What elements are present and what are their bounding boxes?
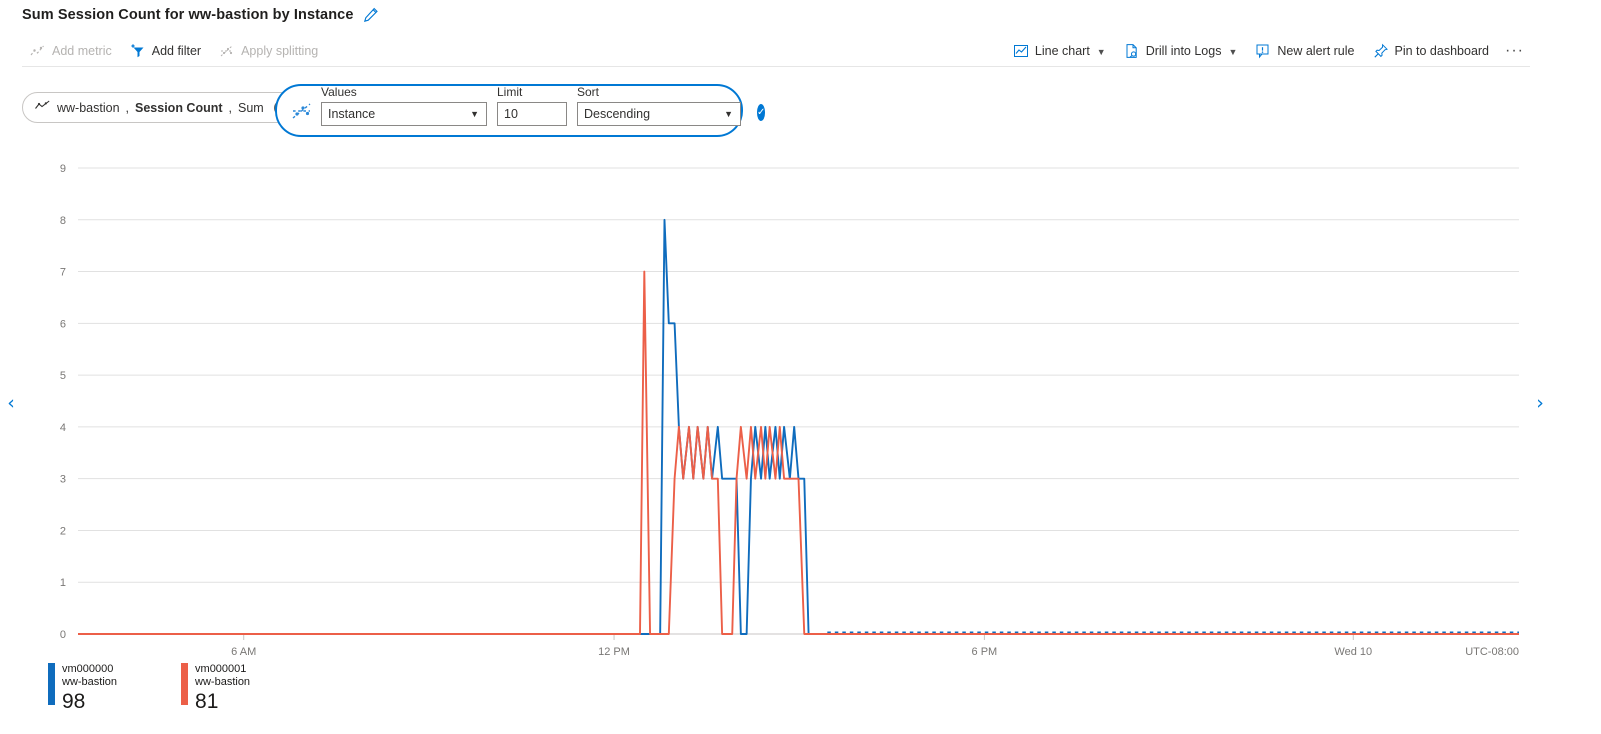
legend-item[interactable]: vm000000 ww-bastion 98 — [48, 663, 117, 714]
pin-icon — [1373, 43, 1389, 59]
y-axis-tick-label: 2 — [60, 525, 66, 537]
legend-series-name: vm000001 — [195, 663, 247, 675]
metric-line-icon — [35, 100, 51, 116]
legend-series-value: 98 — [62, 690, 86, 713]
new-alert-rule-button[interactable]: New alert rule — [1247, 40, 1362, 62]
more-options-button[interactable]: ··· — [1499, 42, 1530, 60]
page-title: Sum Session Count for ww-bastion by Inst… — [22, 7, 354, 23]
chart-type-button[interactable]: Line chart ▼ — [1005, 40, 1114, 62]
legend-text: vm000000 ww-bastion 98 — [62, 663, 117, 714]
add-filter-label: Add filter — [151, 44, 202, 58]
page-title-row: Sum Session Count for ww-bastion by Inst… — [22, 4, 380, 26]
y-axis-tick-label: 5 — [60, 370, 66, 382]
chart-legend: vm000000 ww-bastion 98 vm000001 ww-basti… — [48, 663, 250, 714]
splitting-values-group: Values Instance ▼ — [321, 85, 487, 126]
apply-splitting-icon — [219, 43, 235, 59]
chevron-down-icon: ▼ — [724, 109, 733, 119]
pin-to-dashboard-label: Pin to dashboard — [1394, 44, 1490, 58]
add-filter-button[interactable]: Add filter — [122, 40, 209, 62]
chart-type-label: Line chart — [1034, 44, 1090, 58]
splitting-values-selected: Instance — [328, 107, 376, 121]
timezone-label: UTC-08:00 — [1465, 646, 1519, 658]
splitting-values-dropdown[interactable]: Instance ▼ — [321, 102, 487, 126]
chevron-down-icon: ▼ — [1096, 47, 1106, 57]
command-bar-right: Line chart ▼ Drill into Logs ▼ New alert… — [1005, 40, 1530, 62]
chevron-down-icon: ▼ — [470, 109, 479, 119]
apply-splitting-button[interactable]: Apply splitting — [211, 40, 326, 62]
drill-into-logs-label: Drill into Logs — [1145, 44, 1222, 58]
chevron-down-icon: ▼ — [1228, 47, 1238, 57]
y-axis-tick-label: 3 — [60, 474, 66, 486]
pin-to-dashboard-button[interactable]: Pin to dashboard — [1365, 40, 1498, 62]
metric-chip-metric: Session Count — [135, 100, 223, 115]
legend-series-resource: ww-bastion — [62, 676, 118, 688]
metric-chip-aggregation: Sum — [238, 100, 264, 115]
metrics-line-chart[interactable]: 0 1 2 3 4 5 6 7 8 9 6 AM 12 PM 6 PM Wed 10 UTC-08:00 — [0, 150, 1601, 670]
metric-chip[interactable]: ww-bastion , Session Count , Sum ✕ — [22, 92, 297, 123]
splitting-values-label: Values — [321, 85, 357, 99]
splitting-icon — [291, 100, 313, 122]
splitting-panel: Values Instance ▼ Limit 10 Sort Descendi… — [275, 84, 766, 137]
alert-rule-icon — [1255, 43, 1271, 59]
y-axis-tick-label: 0 — [60, 629, 66, 641]
metric-chip-resource: ww-bastion — [57, 100, 120, 115]
splitting-sort-selected: Descending — [584, 107, 651, 121]
splitting-confirm-button[interactable]: ✓ — [757, 104, 766, 121]
y-axis-tick-label: 8 — [60, 215, 66, 227]
y-axis-tick-label: 4 — [60, 422, 66, 434]
x-axis-tick-label: 6 AM — [231, 646, 256, 658]
legend-color-swatch — [48, 663, 55, 705]
series-line-vm000001[interactable] — [78, 270, 1519, 635]
add-filter-icon — [130, 43, 146, 59]
apply-splitting-label: Apply splitting — [241, 44, 319, 58]
x-axis-tick-label: Wed 10 — [1334, 646, 1372, 658]
y-axis-tick-label: 1 — [60, 577, 66, 589]
splitting-limit-value: 10 — [504, 107, 518, 121]
add-metric-label: Add metric — [52, 44, 112, 58]
legend-color-swatch — [181, 663, 189, 705]
add-metric-button[interactable]: Add metric — [22, 40, 120, 62]
legend-item[interactable]: vm000001 ww-bastion 81 — [181, 663, 250, 714]
command-bar: Add metric Add filter Apply splitting Li… — [22, 36, 1530, 67]
metric-chip-sep-2: , — [228, 100, 233, 115]
drill-logs-icon — [1124, 43, 1140, 59]
new-alert-rule-label: New alert rule — [1277, 44, 1355, 58]
y-axis-tick-label: 9 — [60, 163, 66, 175]
splitting-limit-input[interactable]: 10 — [497, 102, 567, 126]
metrics-chart-page: Sum Session Count for ww-bastion by Inst… — [0, 0, 1601, 734]
splitting-sort-dropdown[interactable]: Descending ▼ — [577, 102, 741, 126]
line-chart-icon — [1013, 43, 1029, 59]
splitting-sort-label: Sort — [577, 85, 600, 99]
x-axis-tick-label: 12 PM — [598, 646, 630, 658]
legend-text: vm000001 ww-bastion 81 — [195, 663, 250, 714]
legend-series-value: 81 — [195, 690, 219, 713]
splitting-limit-group: Limit 10 — [497, 85, 567, 126]
add-metric-icon — [30, 43, 46, 59]
legend-series-name: vm000000 — [62, 663, 114, 675]
y-axis-tick-label: 7 — [60, 267, 66, 279]
metric-chip-sep-1: , — [125, 100, 130, 115]
chart-container: ‹ › 01234567896 AM 12 PM 6 PM Wed 10 UTC-08:… — [0, 150, 1601, 670]
y-axis-tick-label: 6 — [60, 318, 66, 330]
pencil-icon[interactable] — [362, 6, 380, 24]
legend-series-resource: ww-bastion — [195, 676, 251, 688]
splitting-limit-label: Limit — [497, 85, 523, 99]
command-bar-left: Add metric Add filter Apply splitting — [22, 40, 326, 62]
drill-into-logs-button[interactable]: Drill into Logs ▼ — [1116, 40, 1246, 62]
x-axis-tick-label: 6 PM — [972, 646, 998, 658]
splitting-sort-group: Sort Descending ▼ — [577, 85, 741, 126]
